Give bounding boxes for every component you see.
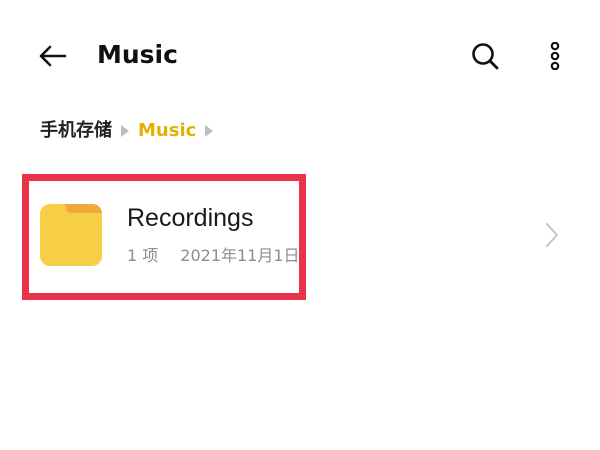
breadcrumb-separator [112,116,138,146]
folder-date: 2021年11月1日 [180,246,300,265]
list-item[interactable]: Recordings 1 项 2021年11月1日 [0,178,600,290]
folder-item-count: 1 项 [127,246,159,265]
breadcrumb: 手机存储 Music [40,116,222,146]
arrow-left-icon [39,45,67,67]
more-options-button[interactable] [538,36,572,76]
back-button[interactable] [30,36,74,76]
app-bar: Music [0,0,600,110]
more-vertical-icon [550,42,560,70]
folder-name: Recordings [127,204,254,232]
folder-icon [40,204,102,266]
breadcrumb-item-music[interactable]: Music [138,116,196,146]
page-title: Music [97,40,178,69]
search-button[interactable] [464,36,506,76]
folder-meta: 1 项 2021年11月1日 [127,244,300,268]
triangle-right-icon [121,125,129,137]
breadcrumb-separator [196,116,222,146]
search-icon [472,43,499,70]
chevron-right-button[interactable] [540,220,564,250]
breadcrumb-item-phone-storage[interactable]: 手机存储 [40,116,112,146]
triangle-right-icon [205,125,214,137]
chevron-right-icon [546,223,558,247]
